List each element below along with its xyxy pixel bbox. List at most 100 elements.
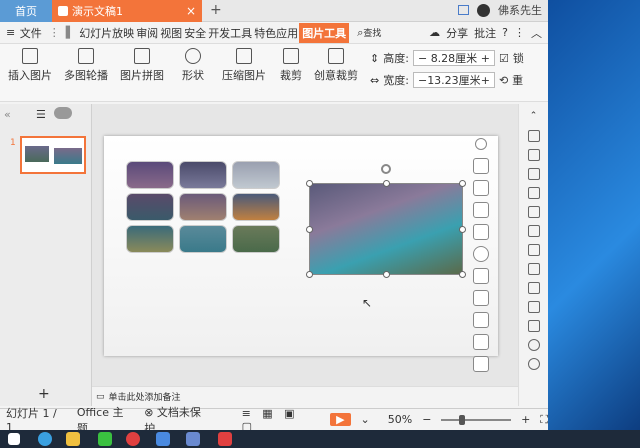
wps-icon[interactable] [218, 432, 232, 446]
grid-photo[interactable] [126, 193, 174, 221]
split-icon[interactable] [473, 224, 489, 240]
compass-icon[interactable] [527, 339, 540, 351]
resize-handle[interactable] [306, 180, 313, 187]
fill-icon[interactable] [527, 168, 540, 180]
menu-picture-tools[interactable]: 图片工具 [299, 22, 350, 43]
compress-image-button[interactable]: 压缩图片 [222, 48, 266, 83]
theme-name[interactable]: Office 主题 [77, 404, 134, 431]
resize-handle[interactable] [306, 226, 313, 233]
new-tab-button[interactable]: + [210, 2, 222, 18]
slideshow-dropdown-icon[interactable]: ⌄ [361, 413, 370, 426]
copy-icon[interactable] [527, 149, 540, 161]
shape-button[interactable]: 形状 [182, 48, 204, 83]
menu-slideshow[interactable]: 幻灯片放映 [78, 25, 135, 41]
add-slide-button[interactable]: + [38, 386, 50, 402]
chart-icon[interactable] [527, 206, 540, 218]
image-collage-button[interactable]: 图片拼图 [120, 48, 164, 83]
lock-ratio-checkbox[interactable]: ☑ [499, 52, 509, 65]
creative-crop-button[interactable]: 创意裁剪 [314, 48, 358, 83]
crop-button[interactable]: 裁剪 [280, 48, 302, 83]
protect-status[interactable]: ⊗ 文档未保护 [144, 404, 211, 431]
zoom-out-button[interactable]: − [422, 413, 431, 426]
wechat-icon[interactable] [98, 432, 112, 446]
resize-handle[interactable] [383, 271, 390, 278]
border-icon[interactable] [473, 356, 489, 372]
grid-photo[interactable] [179, 193, 227, 221]
menu-file[interactable]: 文件 [19, 25, 43, 41]
picture-icon[interactable] [527, 301, 540, 313]
multi-carousel-button[interactable]: 多图轮播 [64, 48, 108, 83]
share-button[interactable]: 分享 [446, 25, 468, 41]
crop-icon[interactable] [473, 180, 489, 196]
layers-icon[interactable] [473, 158, 489, 174]
style-icon[interactable] [527, 187, 540, 199]
play-button[interactable]: ▶ [330, 413, 351, 426]
search-label[interactable]: 查找 [363, 26, 381, 39]
resize-handle[interactable] [306, 271, 313, 278]
windows-start-icon[interactable] [8, 433, 20, 445]
username[interactable]: 佛系先生 [498, 2, 542, 18]
comment-button[interactable]: 批注 [474, 25, 496, 41]
shield-icon[interactable] [186, 432, 200, 446]
expand-icon[interactable]: ⌃ [528, 111, 540, 123]
list-icon[interactable]: ☰ [36, 108, 46, 121]
insert-image-button[interactable]: 插入图片 [8, 48, 52, 83]
zoom-level[interactable]: 50% [388, 413, 412, 426]
collapse-icon[interactable] [475, 138, 487, 150]
menu-special[interactable]: 特色应用 [253, 25, 299, 41]
app-icon[interactable] [156, 432, 170, 446]
copy-icon[interactable] [473, 290, 489, 306]
adjust-icon[interactable] [473, 334, 489, 350]
grid-photo[interactable] [126, 161, 174, 189]
shape-icon[interactable] [527, 244, 540, 256]
document-icon[interactable] [473, 312, 489, 328]
cloud-icon[interactable]: ☁ [429, 26, 440, 39]
tab-document[interactable]: 演示文稿1 × [52, 0, 202, 22]
menu-security[interactable]: 安全 [183, 25, 207, 41]
rotate-handle-icon[interactable] [381, 164, 391, 174]
audio-icon[interactable] [527, 320, 540, 332]
fit-icon[interactable]: ⛶ [540, 413, 548, 427]
tab-home[interactable]: 首页 [0, 0, 52, 22]
grid-photo[interactable] [232, 225, 280, 253]
chevron-icon[interactable]: ⋮ [49, 26, 60, 39]
grid-photo[interactable] [179, 161, 227, 189]
width-input[interactable]: −13.23厘米 + [412, 72, 495, 88]
hamburger-icon[interactable]: ≡ [6, 26, 19, 39]
resize-handle[interactable] [459, 271, 466, 278]
slide[interactable]: ↖ [104, 136, 498, 356]
edit-icon[interactable] [473, 202, 489, 218]
selected-image[interactable] [306, 164, 466, 278]
collapse-panel-icon[interactable]: « [4, 108, 11, 121]
avatar[interactable] [477, 3, 490, 17]
zoom-in-button[interactable]: + [521, 413, 530, 426]
zoom-icon[interactable] [473, 246, 489, 262]
export-icon[interactable] [527, 263, 540, 275]
slides-view-icon[interactable] [54, 107, 72, 119]
box-icon[interactable] [527, 282, 540, 294]
slide-thumbnail[interactable] [20, 136, 86, 174]
grid-photo[interactable] [179, 225, 227, 253]
zoom-slider[interactable] [441, 414, 512, 425]
height-input[interactable]: −8.28厘米 + [412, 50, 495, 66]
reset-icon[interactable]: ⟲ [499, 74, 508, 87]
history-icon[interactable] [527, 358, 540, 370]
layout-icon[interactable] [458, 5, 469, 15]
menu-view[interactable]: 视图 [159, 25, 183, 41]
view-icons[interactable]: ≡ ▦ ▣ ▢ [242, 407, 320, 431]
menu-review[interactable]: 审阅 [135, 25, 159, 41]
close-icon[interactable]: × [186, 4, 196, 18]
help-button[interactable]: ? [502, 26, 508, 39]
more-icon[interactable]: ⋮ [514, 26, 525, 39]
resize-handle[interactable] [459, 226, 466, 233]
sliders-icon[interactable] [527, 225, 540, 237]
resize-handle[interactable] [459, 180, 466, 187]
edge-icon[interactable] [38, 432, 52, 446]
folder-icon[interactable] [66, 432, 80, 446]
resize-handle[interactable] [383, 180, 390, 187]
collapse-icon[interactable]: ︿ [531, 25, 542, 41]
menu-developer[interactable]: 开发工具 [207, 25, 253, 41]
effects-icon[interactable] [473, 268, 489, 284]
chrome-icon[interactable] [126, 432, 140, 446]
grid-photo[interactable] [232, 161, 280, 189]
